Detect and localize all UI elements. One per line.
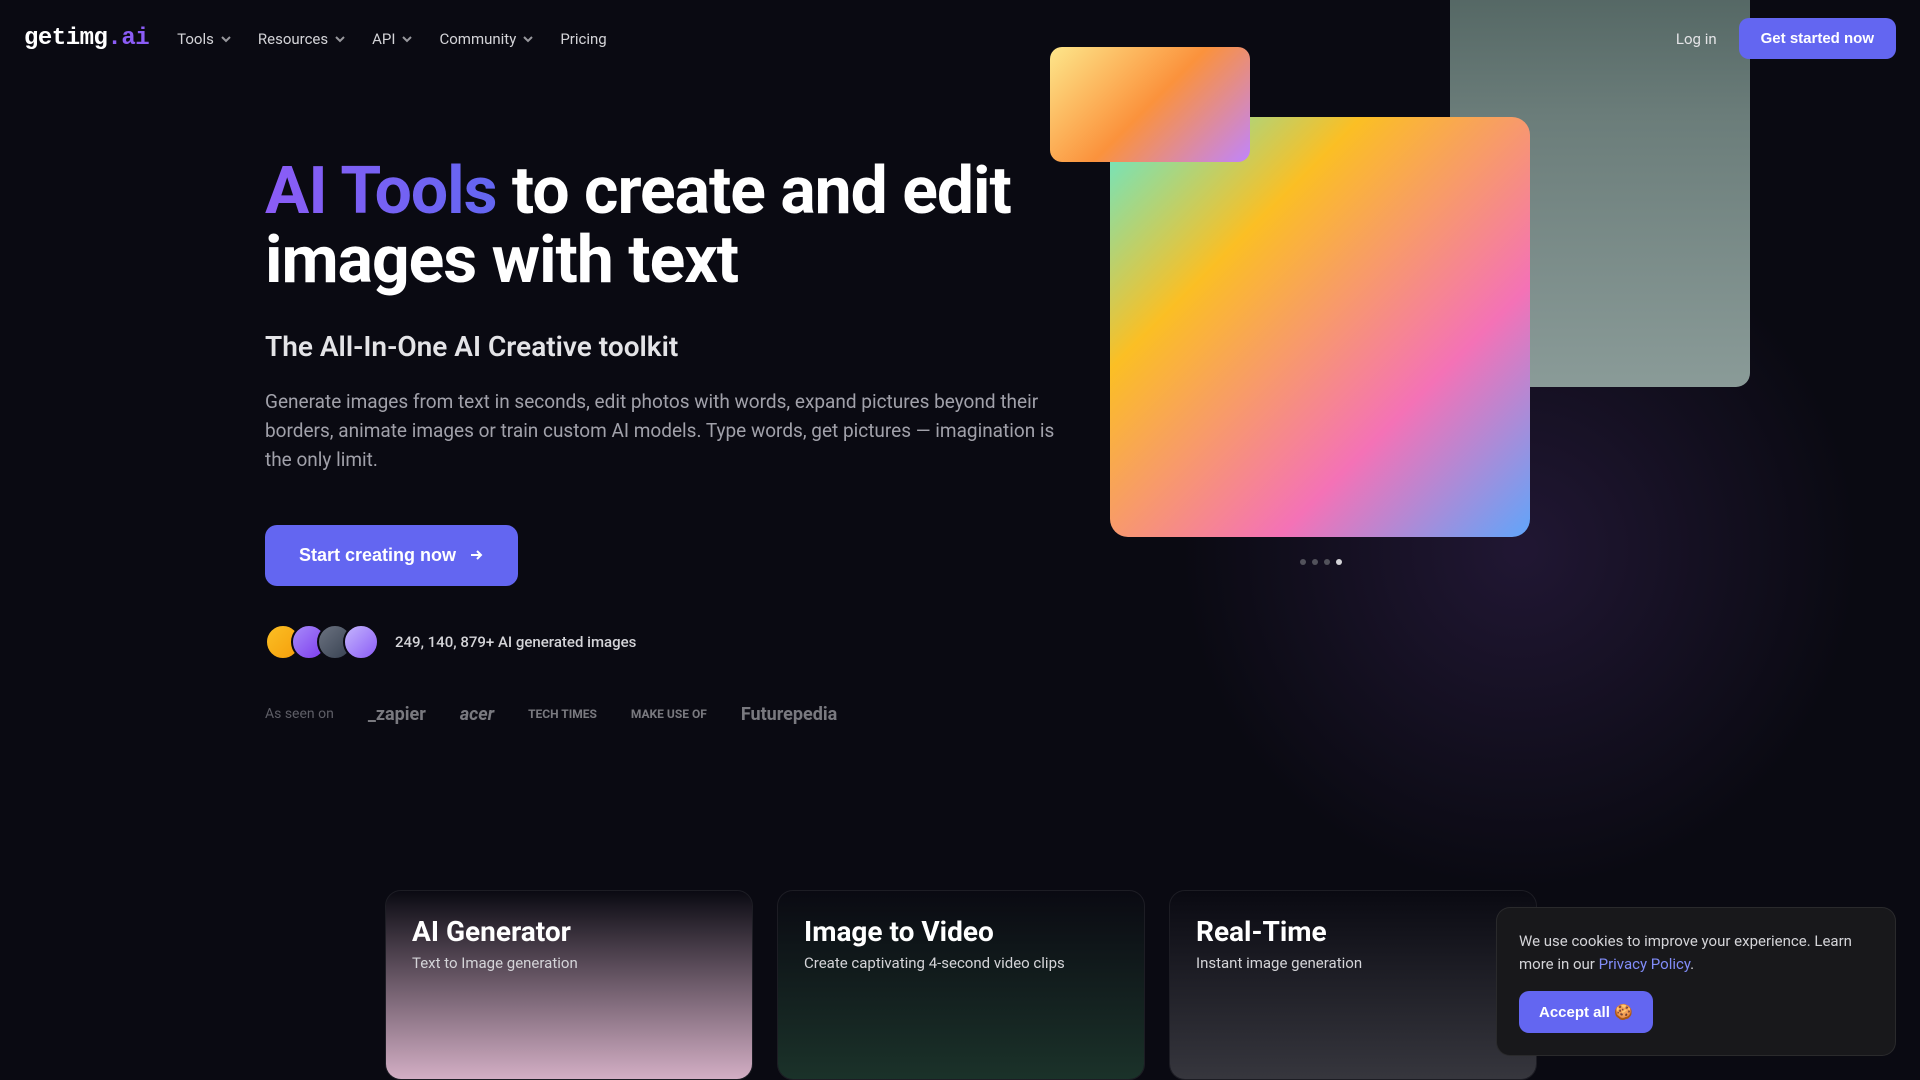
chevron-down-icon <box>220 33 232 45</box>
logo-acer: acer <box>460 704 494 725</box>
privacy-policy-link[interactable]: Privacy Policy <box>1599 955 1691 973</box>
cta-label: Start creating now <box>299 545 456 566</box>
logo[interactable]: getimg.ai <box>24 25 149 52</box>
carousel-dot[interactable] <box>1336 559 1342 565</box>
avatar-stack <box>265 624 379 660</box>
arrow-right-icon <box>468 547 484 563</box>
page-title: AI Tools to create and edit images with … <box>265 157 1075 296</box>
chevron-down-icon <box>522 33 534 45</box>
nav-item-label: API <box>372 30 395 48</box>
hero-section: AI Tools to create and edit images with … <box>0 77 1920 725</box>
card-title: Image to Video <box>804 915 1118 948</box>
nav-item-label: Community <box>439 30 516 48</box>
card-title: Real-Time <box>1196 915 1510 948</box>
logo-techtimes: TECH TIMES <box>528 708 597 720</box>
nav-resources[interactable]: Resources <box>258 30 346 48</box>
start-creating-button[interactable]: Start creating now <box>265 525 518 586</box>
feature-cards: AI Generator Text to Image generation Im… <box>385 890 1537 1080</box>
login-link[interactable]: Log in <box>1676 30 1717 48</box>
hero-subtitle: The All-In-One AI Creative toolkit <box>265 330 1075 363</box>
logo-makeuseof: MAKE USE OF <box>631 708 707 720</box>
seen-label: As seen on <box>265 706 334 722</box>
chevron-down-icon <box>334 33 346 45</box>
avatar <box>343 624 379 660</box>
title-highlight: AI Tools <box>265 153 497 230</box>
card-subtitle: Create captivating 4-second video clips <box>804 954 1118 972</box>
nav-item-label: Tools <box>177 30 214 48</box>
logo-zapier: _zapier <box>368 704 426 725</box>
get-started-button[interactable]: Get started now <box>1739 18 1896 59</box>
as-seen-on: As seen on _zapier acer TECH TIMES MAKE … <box>265 704 1075 725</box>
nav-menu: Tools Resources API Community Pricing <box>177 30 607 48</box>
card-subtitle: Instant image generation <box>1196 954 1510 972</box>
sample-image-dog-painting <box>1110 117 1530 537</box>
carousel-dots <box>1300 559 1342 565</box>
cookie-text-post: . <box>1690 955 1694 973</box>
card-image-to-video[interactable]: Image to Video Create captivating 4-seco… <box>777 890 1145 1080</box>
logo-futurepedia: Futurepedia <box>741 704 837 725</box>
carousel-dot[interactable] <box>1300 559 1306 565</box>
proof-text: 249, 140, 879+ AI generated images <box>395 633 636 651</box>
accept-cookies-button[interactable]: Accept all 🍪 <box>1519 991 1653 1033</box>
card-title: AI Generator <box>412 915 726 948</box>
card-subtitle: Text to Image generation <box>412 954 726 972</box>
hero-gallery <box>1050 0 1750 557</box>
logo-suffix: .ai <box>107 25 149 52</box>
social-proof: 249, 140, 879+ AI generated images <box>265 624 1075 660</box>
nav-item-label: Pricing <box>560 30 606 48</box>
nav-pricing[interactable]: Pricing <box>560 30 606 48</box>
top-nav: getimg.ai Tools Resources API Community … <box>0 0 1920 77</box>
nav-tools[interactable]: Tools <box>177 30 232 48</box>
nav-community[interactable]: Community <box>439 30 534 48</box>
carousel-dot[interactable] <box>1312 559 1318 565</box>
logo-text: getimg <box>24 25 107 52</box>
nav-api[interactable]: API <box>372 30 413 48</box>
hero-content: AI Tools to create and edit images with … <box>265 157 1075 725</box>
card-ai-generator[interactable]: AI Generator Text to Image generation <box>385 890 753 1080</box>
carousel-dot[interactable] <box>1324 559 1330 565</box>
chevron-down-icon <box>401 33 413 45</box>
nav-right: Log in Get started now <box>1676 18 1896 59</box>
cookie-banner: We use cookies to improve your experienc… <box>1496 907 1896 1056</box>
hero-description: Generate images from text in seconds, ed… <box>265 387 1055 475</box>
cookie-text: We use cookies to improve your experienc… <box>1519 930 1873 975</box>
nav-item-label: Resources <box>258 30 328 48</box>
card-real-time[interactable]: Real-Time Instant image generation <box>1169 890 1537 1080</box>
